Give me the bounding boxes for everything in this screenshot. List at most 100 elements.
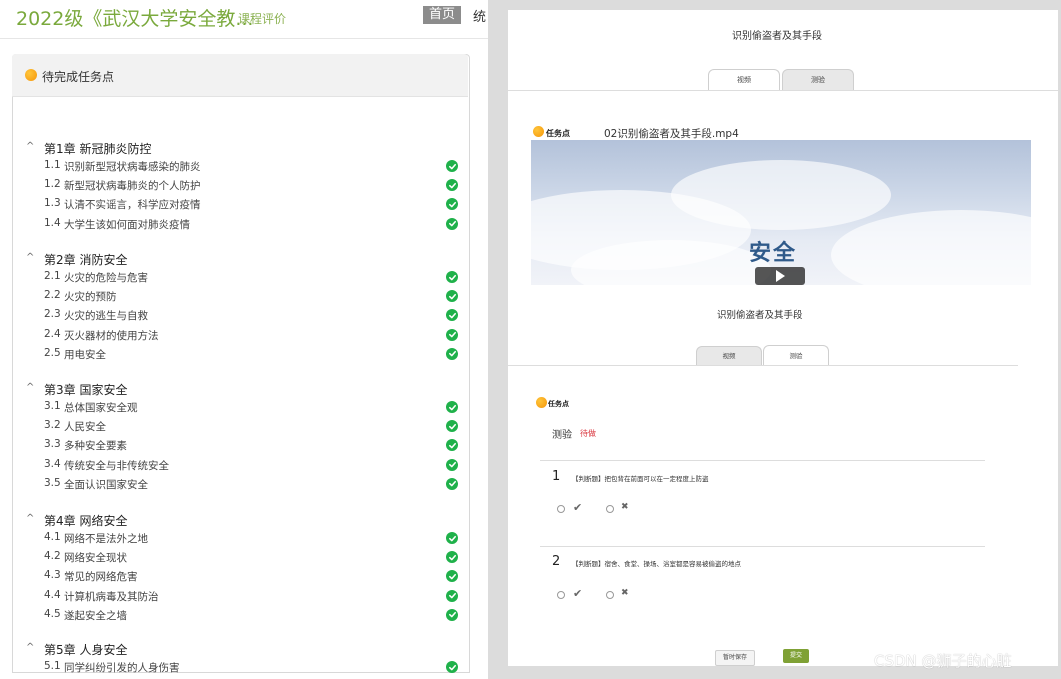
statistics-link[interactable]: 统: [473, 6, 486, 25]
tab-quiz[interactable]: 测验: [763, 345, 829, 366]
check-circle-icon: [446, 589, 458, 602]
caret-up-icon[interactable]: ^: [26, 642, 34, 653]
lesson-title[interactable]: 火灾的预防: [64, 289, 117, 304]
question-number: 2: [552, 554, 561, 569]
course-evaluation-link[interactable]: 课程评价: [238, 10, 286, 27]
check-circle-icon: [446, 198, 458, 211]
lesson-number[interactable]: 3.5: [44, 477, 61, 489]
check-circle-icon: [446, 401, 458, 413]
chapter-title[interactable]: 第2章 消防安全: [44, 251, 127, 268]
cross-mark-icon[interactable]: ✖: [621, 588, 629, 598]
chapter-title[interactable]: 第1章 新冠肺炎防控: [44, 140, 151, 157]
lesson-title[interactable]: 同学纠纷引发的人身伤害: [64, 660, 180, 675]
tab-video[interactable]: 视频: [708, 69, 780, 91]
lesson-number[interactable]: 1.3: [44, 197, 61, 209]
lesson-number[interactable]: 2.2: [44, 289, 61, 301]
check-mark-icon[interactable]: ✔: [573, 501, 582, 514]
quiz-label[interactable]: 测验: [552, 426, 572, 441]
question-divider: [540, 546, 985, 547]
check-circle-icon: [446, 458, 458, 471]
lesson-number[interactable]: 1.4: [44, 217, 61, 229]
check-circle-icon: [446, 217, 458, 230]
lesson-number[interactable]: 2.5: [44, 347, 61, 359]
lesson-number[interactable]: 2.1: [44, 270, 61, 282]
save-draft-button[interactable]: 暂时保存: [715, 650, 755, 666]
chapter-title[interactable]: 第5章 人身安全: [44, 641, 127, 658]
lesson-number[interactable]: 3.4: [44, 458, 61, 470]
chapter-title[interactable]: 第3章 国家安全: [44, 381, 127, 398]
check-circle-icon: [446, 477, 458, 490]
lesson-number[interactable]: 4.3: [44, 569, 61, 581]
lesson-number[interactable]: 4.4: [44, 589, 61, 601]
lesson-title[interactable]: 网络不是法外之地: [64, 531, 148, 546]
lesson-title[interactable]: 用电安全: [64, 347, 106, 362]
tab-quiz[interactable]: 测验: [782, 69, 854, 90]
lesson-number[interactable]: 1.1: [44, 159, 61, 171]
orange-dot-icon: [25, 69, 37, 81]
check-mark-icon[interactable]: ✔: [573, 587, 582, 600]
submit-button[interactable]: 提交: [783, 649, 809, 663]
home-button[interactable]: 首页: [423, 6, 461, 24]
pending-tasks-label: 待完成任务点: [42, 70, 115, 84]
course-title[interactable]: 2022级《武汉大学安全教...: [16, 4, 253, 31]
lesson-title[interactable]: 总体国家安全观: [64, 400, 138, 415]
lesson-number[interactable]: 3.3: [44, 438, 61, 450]
video-filename: 02识别偷盗者及其手段.mp4: [604, 128, 739, 140]
lesson-title[interactable]: 人民安全: [64, 419, 106, 434]
radio-false-q2[interactable]: [606, 591, 614, 599]
lesson-title[interactable]: 传统安全与非传统安全: [64, 458, 169, 473]
lesson-title[interactable]: 大学生该如何面对肺炎疫情: [64, 217, 190, 232]
caret-up-icon[interactable]: ^: [26, 252, 34, 263]
lesson-number[interactable]: 2.4: [44, 328, 61, 340]
check-circle-icon: [446, 551, 458, 564]
tab-divider: [508, 365, 1018, 366]
check-circle-icon: [446, 661, 458, 673]
lesson-title[interactable]: 常见的网络危害: [64, 569, 138, 584]
tab-video[interactable]: 视频: [696, 346, 762, 366]
orange-dot-icon: [536, 397, 547, 408]
question-text: 【判断题】把包背在前面可以在一定程度上防盗: [572, 475, 709, 483]
video-logo: 安全: [749, 241, 798, 266]
caret-up-icon[interactable]: ^: [26, 382, 34, 393]
lesson-title[interactable]: 全面认识国家安全: [64, 477, 148, 492]
check-circle-icon: [446, 309, 458, 322]
lesson-title[interactable]: 遂起安全之墙: [64, 608, 127, 623]
check-circle-icon: [446, 179, 458, 192]
lesson-title[interactable]: 计算机病毒及其防治: [64, 589, 159, 604]
caret-up-icon[interactable]: ^: [26, 513, 34, 524]
check-circle-icon: [446, 439, 458, 452]
cross-mark-icon[interactable]: ✖: [621, 502, 629, 512]
lesson-number[interactable]: 4.2: [44, 550, 61, 562]
lesson-title[interactable]: 火灾的逃生与自救: [64, 308, 148, 323]
lesson-number[interactable]: 1.2: [44, 178, 61, 190]
course-outline-panel: 2022级《武汉大学安全教... 课程评价 首页 统 待完成任务点 ^ 第1章 新…: [0, 0, 488, 679]
lesson-title[interactable]: 新型冠状病毒肺炎的个人防护: [64, 178, 201, 193]
check-circle-icon: [446, 608, 458, 621]
lesson-title[interactable]: 识别新型冠状病毒感染的肺炎: [64, 159, 201, 174]
lesson-title[interactable]: 认清不实谣言，科学应对疫情: [64, 197, 201, 212]
check-circle-icon: [446, 570, 458, 583]
lesson-number[interactable]: 3.2: [44, 419, 61, 431]
question-number: 1: [552, 469, 561, 484]
play-button[interactable]: [755, 267, 805, 285]
csdn-watermark: CSDN @狮子的心脏: [874, 652, 1012, 670]
lesson-title[interactable]: 火灾的危险与危害: [64, 270, 148, 285]
video-player[interactable]: 安全: [531, 140, 1031, 285]
lesson-number[interactable]: 4.5: [44, 608, 61, 620]
lesson-title[interactable]: 灭火器材的使用方法: [64, 328, 159, 343]
lesson-number[interactable]: 2.3: [44, 308, 61, 320]
chapter-title[interactable]: 第4章 网络安全: [44, 512, 127, 529]
lesson-title[interactable]: 多种安全要素: [64, 438, 127, 453]
tab-divider: [508, 90, 1058, 91]
caret-up-icon[interactable]: ^: [26, 141, 34, 152]
question-divider: [540, 460, 985, 461]
lesson-title[interactable]: 网络安全现状: [64, 550, 127, 565]
radio-true-q2[interactable]: [557, 591, 565, 599]
radio-false-q1[interactable]: [606, 505, 614, 513]
check-circle-icon: [446, 420, 458, 433]
radio-true-q1[interactable]: [557, 505, 565, 513]
lesson-number[interactable]: 4.1: [44, 531, 61, 543]
lesson-number[interactable]: 3.1: [44, 400, 61, 412]
check-circle-icon: [446, 160, 458, 172]
lesson-number[interactable]: 5.1: [44, 660, 61, 672]
